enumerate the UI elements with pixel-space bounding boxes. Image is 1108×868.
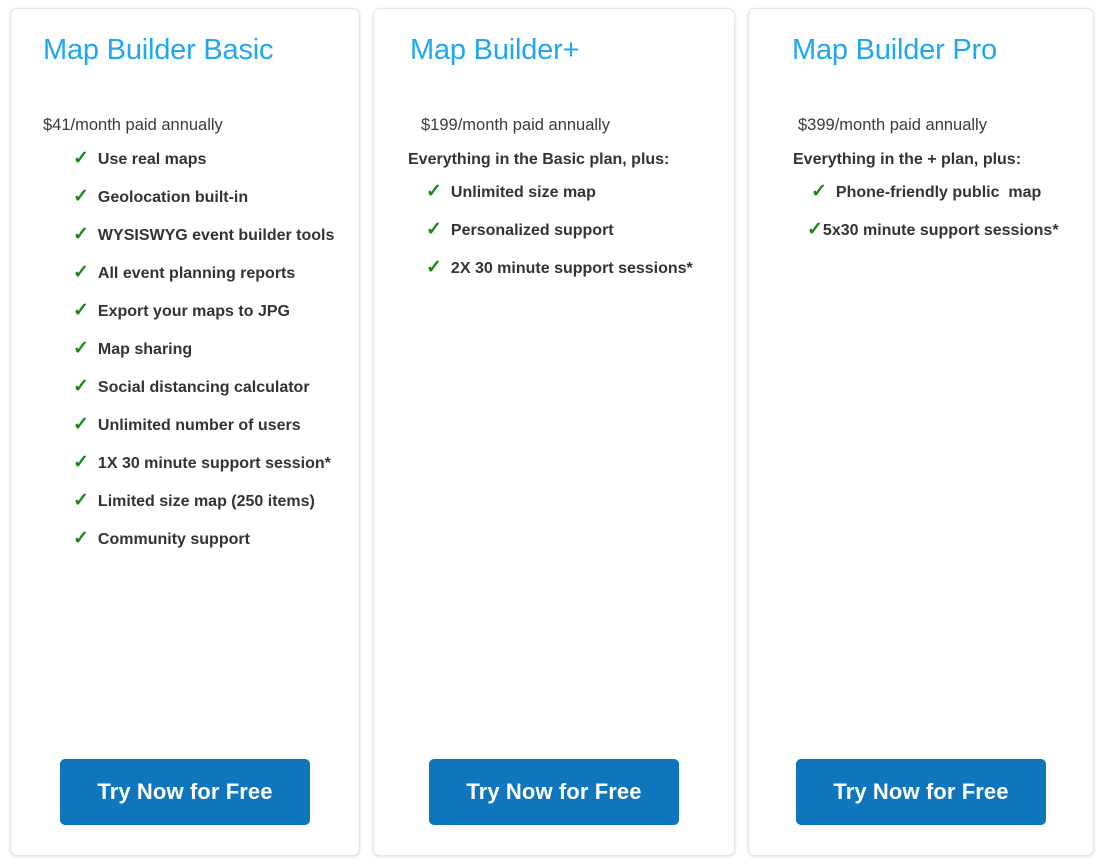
feature-label: Use real maps: [97, 151, 207, 168]
check-icon: ✓: [73, 300, 89, 321]
check-icon: ✓: [73, 376, 89, 397]
page-title: Map Builder Pro: [792, 34, 997, 66]
list-item: ✓ Community support: [25, 529, 345, 567]
list-item: ✓ Unlimited size map: [388, 182, 720, 220]
list-item: ✓ Social distancing calculator: [25, 377, 345, 415]
feature-label: Unlimited number of users: [97, 417, 301, 434]
list-item: ✓ Map sharing: [25, 339, 345, 377]
check-icon: ✓: [73, 528, 89, 549]
plan-card-basic: Map Builder Basic $41/month paid annuall…: [10, 8, 360, 856]
feature-list: ✓ Use real maps ✓ Geolocation built-in ✓…: [25, 149, 345, 567]
page-title: Map Builder+: [410, 34, 580, 66]
feature-label: WYSISWYG event builder tools: [97, 227, 335, 244]
list-item: ✓ Use real maps: [25, 149, 345, 187]
feature-label: Social distancing calculator: [97, 379, 310, 396]
list-item: ✓ 2X 30 minute support sessions*: [388, 258, 720, 296]
feature-label: All event planning reports: [97, 265, 296, 282]
plan-subhead: Everything in the Basic plan, plus:: [408, 151, 670, 168]
check-icon: ✓: [426, 257, 442, 278]
list-item: ✓ 1X 30 minute support session*: [25, 453, 345, 491]
list-item: ✓ Unlimited number of users: [25, 415, 345, 453]
feature-label: 1X 30 minute support session*: [97, 455, 331, 472]
list-item: ✓ 5x30 minute support sessions*: [763, 220, 1079, 258]
check-icon: ✓: [73, 148, 89, 169]
list-item: ✓ Export your maps to JPG: [25, 301, 345, 339]
plan-card-plus: Map Builder+ $199/month paid annually Ev…: [373, 8, 735, 856]
plan-card-body: Map Builder+ $199/month paid annually Ev…: [374, 9, 734, 759]
plan-card-pro: Map Builder Pro $399/month paid annually…: [748, 8, 1094, 856]
feature-list: ✓ Phone-friendly public map ✓ 5x30 minut…: [763, 182, 1079, 258]
feature-label: Geolocation built-in: [97, 189, 249, 206]
check-icon: ✓: [73, 224, 89, 245]
plan-subhead: Everything in the + plan, plus:: [793, 151, 1022, 168]
check-icon: ✓: [73, 452, 89, 473]
try-now-for-free-button[interactable]: Try Now for Free: [429, 759, 679, 825]
feature-label: Export your maps to JPG: [97, 303, 290, 320]
plan-price: $199/month paid annually: [421, 116, 610, 134]
list-item: ✓ WYSISWYG event builder tools: [25, 225, 345, 263]
check-icon: ✓: [811, 181, 827, 202]
plan-price: $41/month paid annually: [43, 116, 223, 134]
feature-label: Limited size map (250 items): [97, 493, 315, 510]
try-now-for-free-button[interactable]: Try Now for Free: [796, 759, 1046, 825]
feature-label: 2X 30 minute support sessions*: [450, 260, 693, 277]
list-item: ✓ Limited size map (250 items): [25, 491, 345, 529]
plan-card-footer: Try Now for Free: [374, 759, 734, 855]
list-item: ✓ Phone-friendly public map: [763, 182, 1079, 220]
plan-card-footer: Try Now for Free: [11, 759, 359, 855]
check-icon: ✓: [426, 219, 442, 240]
feature-label: 5x30 minute support sessions*: [822, 222, 1059, 239]
list-item: ✓ All event planning reports: [25, 263, 345, 301]
check-icon: ✓: [807, 219, 823, 240]
page-title: Map Builder Basic: [43, 34, 274, 66]
plan-card-body: Map Builder Basic $41/month paid annuall…: [11, 9, 359, 759]
list-item: ✓ Geolocation built-in: [25, 187, 345, 225]
feature-label: Phone-friendly public map: [835, 184, 1042, 201]
check-icon: ✓: [73, 490, 89, 511]
check-icon: ✓: [73, 262, 89, 283]
plan-card-body: Map Builder Pro $399/month paid annually…: [749, 9, 1093, 759]
check-icon: ✓: [73, 338, 89, 359]
feature-label: Community support: [97, 531, 250, 548]
plan-price: $399/month paid annually: [798, 116, 987, 134]
check-icon: ✓: [73, 414, 89, 435]
feature-label: Personalized support: [450, 222, 614, 239]
feature-label: Unlimited size map: [450, 184, 596, 201]
check-icon: ✓: [426, 181, 442, 202]
pricing-plans-board: Map Builder Basic $41/month paid annuall…: [0, 0, 1108, 868]
list-item: ✓ Personalized support: [388, 220, 720, 258]
feature-label: Map sharing: [97, 341, 193, 358]
plan-card-footer: Try Now for Free: [749, 759, 1093, 855]
try-now-for-free-button[interactable]: Try Now for Free: [60, 759, 310, 825]
check-icon: ✓: [73, 186, 89, 207]
feature-list: ✓ Unlimited size map ✓ Personalized supp…: [388, 182, 720, 296]
